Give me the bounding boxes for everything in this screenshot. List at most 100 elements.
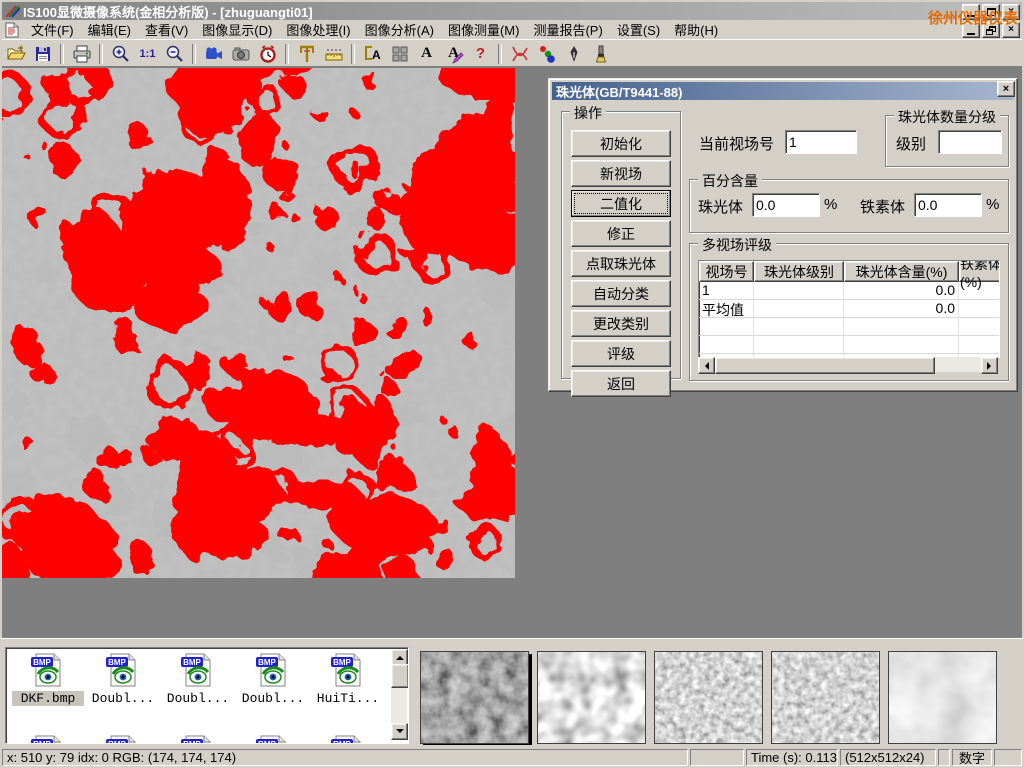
- dialog-title-bar[interactable]: 珠光体(GB/T9441-88): [552, 82, 1014, 100]
- phase-analysis-button[interactable]: [534, 42, 559, 66]
- file-name[interactable]: HuiTi...: [312, 691, 384, 706]
- help-button[interactable]: ?: [468, 42, 493, 66]
- col-field[interactable]: 视场号: [699, 261, 754, 282]
- init-button[interactable]: 初始化: [571, 130, 671, 157]
- file-name[interactable]: Doubl...: [162, 691, 234, 706]
- mdi-minimize-button[interactable]: [962, 22, 980, 38]
- col-ferrite-content[interactable]: 铁素体含量(%): [959, 261, 1000, 282]
- correct-button[interactable]: 修正: [571, 220, 671, 247]
- new-field-button[interactable]: 新视场: [571, 160, 671, 187]
- photo-capture-button[interactable]: [228, 42, 253, 66]
- curve-tool-button[interactable]: [507, 42, 532, 66]
- file-item[interactable]: BMP Doubl...: [87, 652, 159, 706]
- open-button[interactable]: [3, 42, 28, 66]
- annotate-tool-button[interactable]: A: [441, 42, 466, 66]
- current-field-input[interactable]: [785, 130, 857, 154]
- bmp-badge: BMP: [108, 658, 126, 667]
- menu-help[interactable]: 帮助(H): [667, 18, 725, 41]
- arrow-left-icon: [701, 362, 709, 370]
- ferrite-percent-input[interactable]: [914, 193, 982, 217]
- document-icon[interactable]: [4, 22, 20, 38]
- bmp-file-icon: BMP: [179, 652, 217, 688]
- brush-tool-button[interactable]: [588, 42, 613, 66]
- binarize-button[interactable]: 二值化: [571, 190, 671, 217]
- vscroll-thumb[interactable]: [391, 664, 409, 688]
- mdi-close-button[interactable]: ×: [1002, 22, 1020, 38]
- bmp-file-icon: BMP: [104, 652, 142, 688]
- auto-classify-button[interactable]: 自动分类: [571, 280, 671, 307]
- thumbnail-3[interactable]: [654, 651, 763, 744]
- level-input[interactable]: [938, 130, 1002, 154]
- change-class-button[interactable]: 更改类别: [571, 310, 671, 337]
- menu-image-process[interactable]: 图像处理(I): [279, 18, 357, 41]
- dialog-close-button[interactable]: ×: [997, 81, 1015, 97]
- file-item[interactable]: BMPDoubl...: [237, 652, 309, 706]
- ruler-measure-button[interactable]: [321, 42, 346, 66]
- thumbnail-1[interactable]: [420, 651, 529, 744]
- zoom-out-button[interactable]: [162, 42, 187, 66]
- file-list[interactable]: BMPDKF.bmpBMPDoubl...BMPDoubl...BMPDoubl…: [5, 647, 409, 744]
- pen-tool-button[interactable]: [561, 42, 586, 66]
- toolbar-separator: [285, 44, 289, 64]
- minimize-button[interactable]: [962, 4, 980, 20]
- print-button[interactable]: [69, 42, 94, 66]
- file-item[interactable]: BMPDKF.bmp: [12, 652, 84, 706]
- hscroll-thumb[interactable]: [715, 357, 935, 374]
- menu-view[interactable]: 查看(V): [138, 18, 195, 41]
- video-capture-button[interactable]: [201, 42, 226, 66]
- caliper-measure-button[interactable]: [294, 42, 319, 66]
- measure-label-button[interactable]: A: [360, 42, 385, 66]
- thumbnail-5[interactable]: [888, 651, 997, 744]
- table-row[interactable]: 平均值 0.0: [699, 300, 999, 318]
- file-vscrollbar[interactable]: [391, 649, 407, 740]
- scroll-right-button[interactable]: [981, 357, 998, 374]
- actual-size-button[interactable]: 1:1: [135, 42, 160, 66]
- return-button[interactable]: 返回: [571, 370, 671, 397]
- pick-pearlite-button[interactable]: 点取珠光体: [571, 250, 671, 277]
- multifield-table[interactable]: 视场号 珠光体级别 珠光体含量(%) 铁素体含量(%) 1 0.0 平均值 0.…: [698, 260, 1000, 358]
- thumbnail-2[interactable]: [537, 651, 646, 744]
- file-item[interactable]: BMP Doubl...: [162, 652, 234, 706]
- col-pearlite-level[interactable]: 珠光体级别: [754, 261, 844, 282]
- file-item[interactable]: BMP: [237, 734, 309, 744]
- brush-icon: [591, 44, 611, 64]
- menu-edit[interactable]: 编辑(E): [81, 18, 138, 41]
- mdi-restore-button[interactable]: [982, 22, 1000, 38]
- pearlite-percent-input[interactable]: [752, 193, 820, 217]
- text-tool-button[interactable]: A: [414, 42, 439, 66]
- zoom-in-button[interactable]: [108, 42, 133, 66]
- maximize-button[interactable]: [982, 4, 1000, 20]
- grade-button[interactable]: 评级: [571, 340, 671, 367]
- analysis-image[interactable]: [2, 68, 515, 578]
- table-hscrollbar[interactable]: [698, 357, 998, 372]
- col-pearlite-content[interactable]: 珠光体含量(%): [844, 261, 959, 282]
- grading-group: 珠光体数量分级 级别: [885, 115, 1009, 167]
- menu-settings[interactable]: 设置(S): [610, 18, 667, 41]
- file-item[interactable]: BMP: [12, 734, 84, 744]
- file-item[interactable]: BMP: [162, 734, 234, 744]
- bmp-badge: BMP: [183, 740, 201, 744]
- file-item[interactable]: BMP: [87, 734, 159, 744]
- file-name[interactable]: Doubl...: [87, 691, 159, 706]
- thumbnail-4[interactable]: [771, 651, 880, 744]
- scroll-left-button[interactable]: [698, 357, 715, 374]
- bottom-panel: BMPDKF.bmpBMPDoubl...BMPDoubl...BMPDoubl…: [0, 638, 1024, 746]
- maximize-icon: [987, 8, 996, 16]
- grid-measure-button[interactable]: [387, 42, 412, 66]
- table-row[interactable]: 1 0.0: [699, 282, 999, 300]
- bmp-file-icon: BMP: [104, 734, 142, 744]
- timer-button[interactable]: [255, 42, 280, 66]
- menu-report[interactable]: 测量报告(P): [526, 18, 609, 41]
- menu-file[interactable]: 文件(F): [24, 18, 81, 41]
- scroll-down-button[interactable]: [391, 723, 408, 740]
- file-name[interactable]: DKF.bmp: [12, 691, 84, 706]
- save-button[interactable]: [30, 42, 55, 66]
- menu-image-measure[interactable]: 图像测量(M): [441, 18, 527, 41]
- menu-image-analysis[interactable]: 图像分析(A): [358, 18, 441, 41]
- cell-pearlite: 0.0: [844, 282, 959, 299]
- file-item[interactable]: BMPHuiTi...: [312, 652, 384, 706]
- close-button[interactable]: ×: [1002, 4, 1020, 20]
- menu-image-display[interactable]: 图像显示(D): [195, 18, 279, 41]
- file-name[interactable]: Doubl...: [237, 691, 309, 706]
- file-item[interactable]: BMP: [312, 734, 384, 744]
